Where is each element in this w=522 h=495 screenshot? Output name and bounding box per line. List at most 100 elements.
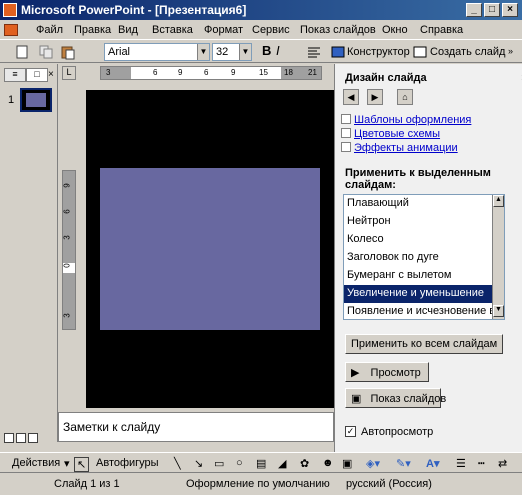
window-title: Microsoft PowerPoint - [Презентация6] (21, 3, 247, 17)
list-item-selected[interactable]: Увеличение и уменьшение (344, 285, 492, 303)
pointer-icon[interactable]: ↖ (74, 457, 90, 472)
line-color-icon[interactable]: ✎▾ (396, 457, 411, 470)
back-icon[interactable]: ◀ (343, 89, 359, 105)
align-icon[interactable] (306, 44, 322, 60)
close-icon[interactable]: × (48, 69, 54, 80)
list-item[interactable]: Бумеранг с вылетом (344, 267, 492, 285)
scroll-up-icon[interactable]: ▲ (493, 195, 504, 207)
menu-help[interactable]: Справка (420, 24, 463, 36)
menu-view[interactable]: Вид (118, 24, 138, 36)
design-icon[interactable] (330, 44, 346, 60)
menu-edit[interactable]: Правка (74, 24, 111, 36)
list-item[interactable]: Появление и исчезновение в ... (344, 303, 504, 319)
apply-all-button[interactable]: Применить ко всем слайдам (345, 334, 504, 354)
picture-icon[interactable]: ▣ (342, 457, 352, 470)
slides-pane: ≡ □ × 1 (0, 64, 58, 442)
autopreview-label: Автопросмотр (361, 426, 434, 438)
copy-icon[interactable] (38, 44, 54, 60)
menu-tools[interactable]: Сервис (252, 24, 290, 36)
menu-window[interactable]: Окно (382, 24, 408, 36)
preview-button[interactable]: ▶ Просмотр (345, 362, 429, 382)
apply-label: Применить к выделенным слайдам: (345, 167, 491, 191)
list-item[interactable]: Плавающий (344, 195, 492, 213)
ruler-tick: 9 (178, 68, 183, 77)
arrow-icon[interactable]: ↘ (194, 457, 203, 470)
font-combo[interactable]: Arial ▼ (104, 43, 210, 61)
list-item[interactable]: Колесо (344, 231, 492, 249)
constructor-button[interactable]: Конструктор (347, 46, 410, 58)
menu-bar: Файл Правка Вид Вставка Формат Сервис По… (0, 20, 522, 40)
list-scrollbar[interactable]: ▲ ▼ (492, 195, 504, 319)
actions-menu[interactable]: Действия (12, 457, 60, 469)
link-animation-schemes[interactable]: Эффекты анимации (341, 142, 458, 154)
toolbar-options-icon[interactable]: » (508, 46, 513, 56)
ruler-tick: 3 (62, 235, 72, 240)
document-icon[interactable] (4, 24, 18, 36)
menu-format[interactable]: Формат (204, 24, 243, 36)
ellipse-icon[interactable]: ○ (236, 457, 243, 469)
ruler-tick: 9 (62, 183, 72, 188)
link-color-schemes[interactable]: Цветовые схемы (341, 128, 440, 140)
ruler-tick: 18 (284, 68, 293, 77)
slide-editor[interactable] (86, 90, 334, 408)
star-icon (341, 142, 351, 152)
notes-placeholder: Заметки к слайду (63, 420, 161, 434)
chevron-down-icon[interactable]: ▾ (64, 457, 70, 470)
line-icon[interactable]: ╲ (174, 457, 181, 470)
link-design-templates[interactable]: Шаблоны оформления (341, 114, 471, 126)
autopreview-checkbox[interactable]: ✓ (345, 426, 356, 437)
font-value: Arial (108, 46, 131, 58)
formatting-toolbar: Arial ▼ 32 ▼ B I Конструктор Создать сла… (0, 41, 522, 63)
ruler-tick: 3 (106, 68, 111, 77)
tab-slides[interactable]: □ (26, 68, 48, 82)
menu-insert[interactable]: Вставка (152, 24, 193, 36)
new-slide-icon[interactable] (412, 44, 428, 60)
projector-icon: ▣ (351, 393, 362, 405)
wordart-icon[interactable]: ◢ (278, 457, 286, 470)
slide-content[interactable] (100, 168, 320, 330)
tab-outline[interactable]: ≡ (4, 68, 26, 82)
arrow-style-icon[interactable]: ⇄ (498, 457, 507, 470)
close-button[interactable]: × (502, 3, 518, 17)
slideshow-view-icon[interactable] (28, 433, 38, 443)
normal-view-icon[interactable] (4, 433, 14, 443)
bold-icon[interactable]: B (262, 43, 271, 58)
autoshapes-menu[interactable]: Автофигуры (96, 457, 159, 469)
notes-pane[interactable]: Заметки к слайду (58, 412, 334, 442)
fill-color-icon[interactable]: ◈▾ (366, 457, 380, 470)
slide-thumbnail[interactable] (20, 88, 52, 112)
ruler-corner: L (62, 66, 76, 80)
menu-slideshow[interactable]: Показ слайдов (300, 24, 376, 36)
ruler-tick: 0 (62, 263, 72, 268)
scroll-down-icon[interactable]: ▼ (493, 305, 504, 317)
minimize-button[interactable]: _ (466, 3, 482, 17)
chevron-down-icon[interactable]: ▼ (239, 44, 251, 60)
new-slide-button[interactable]: Создать слайд (430, 46, 505, 58)
rectangle-icon[interactable]: ▭ (214, 457, 224, 470)
forward-icon[interactable]: ▶ (367, 89, 383, 105)
vertical-ruler: 9 6 3 0 3 (62, 170, 76, 330)
sorter-view-icon[interactable] (16, 433, 26, 443)
italic-icon[interactable]: I (276, 43, 280, 58)
home-icon[interactable]: ⌂ (397, 89, 413, 105)
font-color-icon[interactable]: A▾ (426, 457, 439, 470)
textbox-icon[interactable]: ▤ (256, 457, 266, 470)
font-size-combo[interactable]: 32 ▼ (212, 43, 252, 61)
ruler-tick: 21 (308, 68, 317, 77)
ruler-tick: 3 (62, 313, 72, 318)
animation-list[interactable]: Плавающий Нейтрон Колесо Заголовок по ду… (343, 194, 505, 320)
ruler-tick: 9 (231, 68, 236, 77)
clipart-icon[interactable]: ☻ (322, 457, 334, 469)
list-item[interactable]: Нейтрон (344, 213, 492, 231)
menu-file[interactable]: Файл (36, 24, 63, 36)
chevron-down-icon[interactable]: ▼ (197, 44, 209, 60)
list-item[interactable]: Заголовок по дуге (344, 249, 492, 267)
line-style-icon[interactable]: ☰ (456, 457, 466, 470)
paste-icon[interactable] (60, 44, 76, 60)
diagram-icon[interactable]: ✿ (300, 457, 309, 470)
dash-style-icon[interactable]: ┅ (478, 457, 485, 470)
palette-icon (341, 128, 351, 138)
maximize-button[interactable]: □ (484, 3, 500, 17)
slideshow-button[interactable]: ▣ Показ слайдов (345, 388, 446, 408)
new-icon[interactable] (14, 44, 30, 60)
